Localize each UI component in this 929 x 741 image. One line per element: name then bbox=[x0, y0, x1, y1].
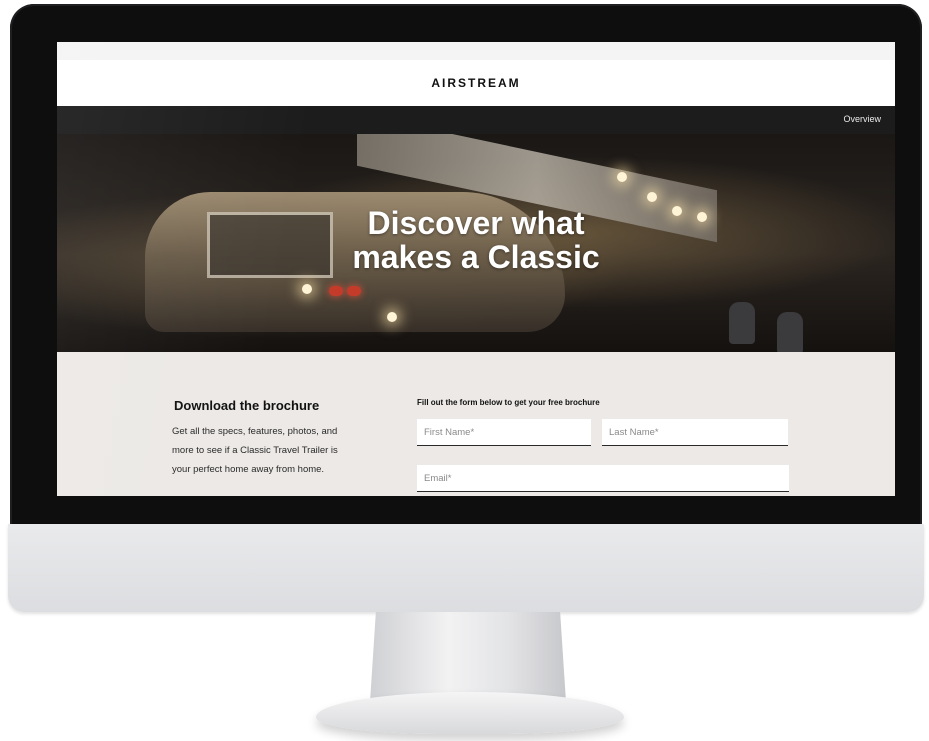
form-heading: Fill out the form below to get your free… bbox=[417, 398, 600, 407]
first-name-input[interactable] bbox=[417, 419, 591, 446]
string-light bbox=[647, 192, 657, 202]
monitor-bezel: AIRSTREAM Overview Discover what makes a… bbox=[10, 4, 922, 526]
string-light bbox=[387, 312, 397, 322]
hero-banner: Discover what makes a Classic bbox=[57, 134, 895, 352]
download-brochure-description: Get all the specs, features, photos, and… bbox=[172, 426, 338, 475]
string-light bbox=[302, 284, 312, 294]
download-brochure-heading: Download the brochure bbox=[174, 398, 320, 413]
monitor-stand-neck bbox=[370, 612, 566, 702]
screen: AIRSTREAM Overview Discover what makes a… bbox=[57, 42, 895, 496]
airstream-logo[interactable]: AIRSTREAM bbox=[57, 76, 895, 90]
tail-light-image bbox=[347, 286, 361, 296]
string-light bbox=[617, 172, 627, 182]
overview-link[interactable]: Overview bbox=[843, 114, 881, 124]
tail-light-image bbox=[329, 286, 343, 296]
monitor-chin bbox=[8, 524, 924, 612]
browser-top-strip bbox=[57, 42, 895, 61]
person-silhouette bbox=[777, 312, 803, 352]
site-header: AIRSTREAM bbox=[57, 60, 895, 106]
person-silhouette bbox=[729, 302, 755, 344]
email-input[interactable] bbox=[417, 465, 789, 492]
sub-navigation: Overview bbox=[57, 106, 895, 134]
monitor-stand-base bbox=[316, 692, 624, 734]
hero-title: Discover what makes a Classic bbox=[352, 205, 600, 275]
brochure-section: Download the brochure Get all the specs,… bbox=[57, 352, 895, 496]
last-name-input[interactable] bbox=[602, 419, 788, 446]
